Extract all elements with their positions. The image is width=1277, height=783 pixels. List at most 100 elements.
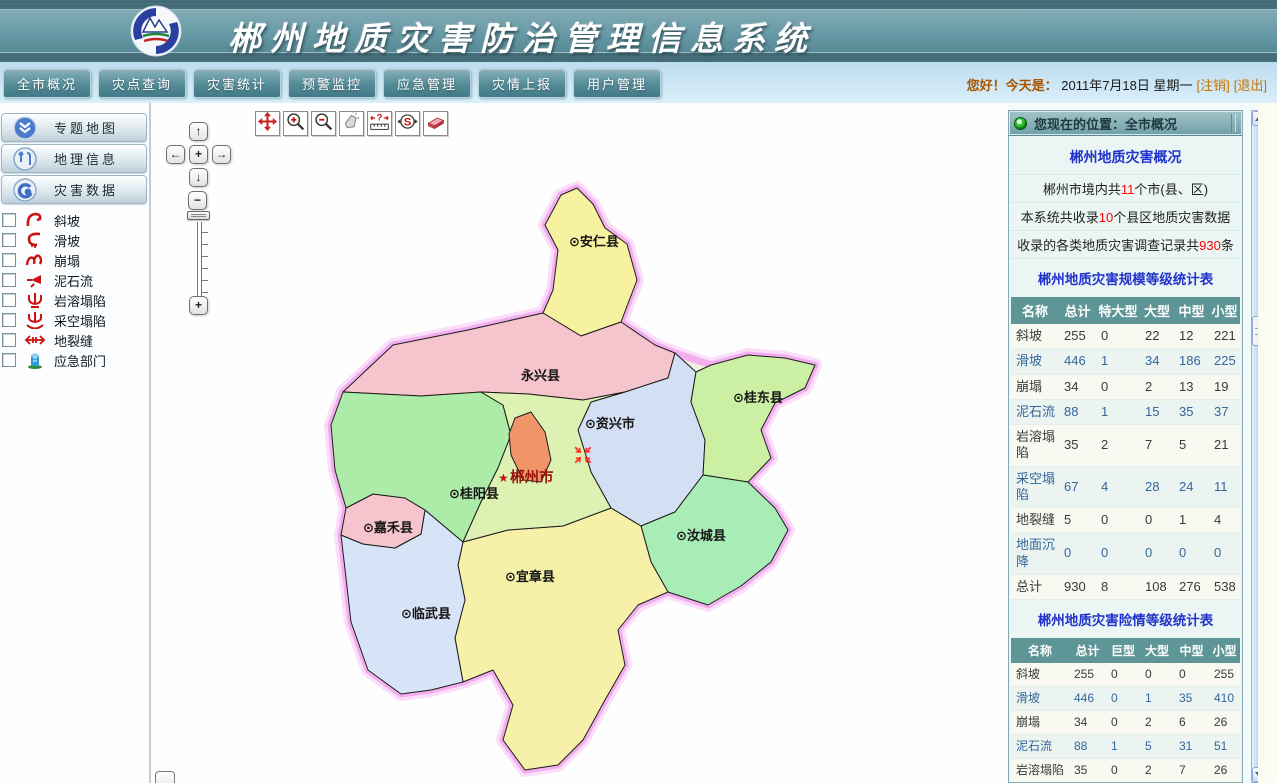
table-row-崩塌: 崩塌34021319: [1011, 374, 1240, 399]
table-cell: 24: [1174, 466, 1209, 508]
accordion-地理信息[interactable]: 地理信息: [1, 144, 147, 173]
zoom-slider-thumb[interactable]: [187, 211, 210, 220]
pan-down-button[interactable]: ↓: [189, 168, 208, 187]
main-navbar: 全市概况灾点查询灾害统计预警监控应急管理灾情上报用户管理 您好！今天是： 201…: [0, 62, 1277, 105]
left-sidebar: 专题地图地理信息灾害数据 斜坡滑坡崩塌泥石流岩溶塌陷采空塌陷地裂缝应急部门: [0, 103, 151, 783]
table-cell: 21: [1209, 425, 1240, 467]
table-cell: 28: [1140, 466, 1174, 508]
pan-right-button[interactable]: →: [212, 145, 231, 164]
table-cell: 7: [1140, 425, 1174, 467]
layer-row-地裂缝: 地裂缝: [0, 330, 149, 350]
clear-tool-button[interactable]: [423, 111, 448, 136]
table-cell: 51: [1209, 735, 1240, 759]
table-cell: 12: [1174, 324, 1209, 349]
column-header: 小型: [1209, 297, 1240, 324]
table-cell: 崩塌: [1011, 711, 1069, 735]
table-cell: 446: [1069, 687, 1106, 711]
tab-用户管理[interactable]: 用户管理: [573, 68, 661, 98]
table-cell: 地裂缝: [1011, 508, 1059, 533]
zoom-out-step-button[interactable]: −: [188, 191, 207, 210]
pan-left-button[interactable]: ←: [166, 145, 185, 164]
pan-tool-button[interactable]: [255, 111, 280, 136]
table-row-滑坡: 滑坡4460135410: [1011, 687, 1240, 711]
table-cell: 0: [1096, 324, 1140, 349]
region-永兴县[interactable]: [343, 313, 675, 400]
pan-up-button[interactable]: ↑: [189, 122, 208, 141]
exit-link[interactable]: [退出]: [1234, 78, 1267, 93]
table1-title: 郴州地质灾害规模等级统计表: [1009, 259, 1242, 297]
zoom-in-step-button[interactable]: +: [189, 296, 208, 315]
table-cell: 崩塌: [1011, 374, 1059, 399]
zoom-out-tool-button[interactable]: [311, 111, 336, 136]
table-cell: 0: [1106, 663, 1140, 687]
tab-灾点查询[interactable]: 灾点查询: [98, 68, 186, 98]
region-安仁县[interactable]: [543, 188, 637, 336]
accordion-灾害数据[interactable]: 灾害数据: [1, 175, 147, 204]
layer-checkbox[interactable]: [2, 333, 16, 347]
scale-tool-button[interactable]: S: [395, 111, 420, 136]
logout-link[interactable]: [注销]: [1197, 78, 1230, 93]
page-margin: [1258, 103, 1277, 783]
tab-灾害统计[interactable]: 灾害统计: [193, 68, 281, 98]
accordion-专题地图[interactable]: 专题地图: [1, 113, 147, 142]
overview-line: 收录的各类地质灾害调查记录共930条: [1009, 230, 1242, 259]
table-cell: 5: [1140, 735, 1174, 759]
pan-icon: [257, 111, 278, 137]
tab-应急管理[interactable]: 应急管理: [383, 68, 471, 98]
overview-title: 郴州地质灾害概况: [1009, 136, 1242, 174]
column-header: 大型: [1140, 638, 1174, 663]
layer-row-斜坡: 斜坡: [0, 210, 149, 230]
layer-checkbox[interactable]: [2, 233, 16, 247]
slope-icon: [23, 211, 47, 229]
table-cell: 35: [1069, 759, 1106, 783]
map-viewport[interactable]: ⊙安仁县永兴县⊙资兴市⊙桂东县⊙汝城县⊙宜章县⊙临武县⊙嘉禾县⊙桂阳县★郴州市 …: [151, 103, 1008, 783]
table-cell: 0: [1140, 663, 1174, 687]
layer-checkbox[interactable]: [2, 253, 16, 267]
zoom-in-icon: [285, 111, 306, 137]
system-logo-icon: [130, 5, 182, 57]
table-row-地面沉降: 地面沉降00000: [1011, 533, 1240, 575]
zoom-in-tool-button[interactable]: [283, 111, 308, 136]
region-宜章县[interactable]: [455, 508, 668, 770]
table-cell: 0: [1209, 533, 1240, 575]
table-cell: 1: [1096, 399, 1140, 424]
table-cell: 410: [1209, 687, 1240, 711]
table-cell: 2: [1140, 374, 1174, 399]
table-cell: 0: [1096, 374, 1140, 399]
hidden-control-button[interactable]: [155, 771, 175, 783]
identify-tool-button[interactable]: [339, 111, 364, 136]
table-cell: 5: [1059, 508, 1096, 533]
region-label-宜章县: ⊙宜章县: [505, 569, 555, 584]
layer-checkbox[interactable]: [2, 313, 16, 327]
table-cell: 0: [1140, 508, 1174, 533]
layer-checkbox[interactable]: [2, 213, 16, 227]
layer-checkbox[interactable]: [2, 353, 16, 367]
table-cell: 35: [1174, 687, 1209, 711]
header-separator: [1231, 114, 1236, 132]
pan-center-button[interactable]: +: [189, 145, 208, 164]
layer-checkbox[interactable]: [2, 273, 16, 287]
measure-icon: ?: [369, 111, 390, 137]
table-cell: 2: [1140, 711, 1174, 735]
region-label-桂东县: ⊙桂东县: [733, 390, 783, 405]
layer-checkbox[interactable]: [2, 293, 16, 307]
user-bar: 您好！今天是： 2011年7月18日 星期一[注销][退出]: [967, 75, 1267, 94]
table-cell: 总计: [1011, 574, 1059, 599]
measure-tool-button[interactable]: ?: [367, 111, 392, 136]
tab-灾情上报[interactable]: 灾情上报: [478, 68, 566, 98]
zoom-slider-track[interactable]: [197, 222, 202, 296]
column-header: 名称: [1011, 297, 1059, 324]
nav-tabs: 全市概况灾点查询灾害统计预警监控应急管理灾情上报用户管理: [3, 68, 661, 98]
table-cell: 0: [1174, 663, 1209, 687]
table-cell: 泥石流: [1011, 735, 1069, 759]
layer-label: 地裂缝: [54, 331, 93, 350]
table-cell: 0: [1106, 687, 1140, 711]
table-cell: 1: [1096, 349, 1140, 374]
current-date: 2011年7月18日 星期一: [1061, 78, 1192, 93]
region-桂东县[interactable]: [691, 355, 815, 482]
zoom-out-icon: [313, 111, 334, 137]
tab-全市概况[interactable]: 全市概况: [3, 68, 91, 98]
accordion-label: 灾害数据: [54, 180, 118, 199]
table-cell: 斜坡: [1011, 324, 1059, 349]
tab-预警监控[interactable]: 预警监控: [288, 68, 376, 98]
